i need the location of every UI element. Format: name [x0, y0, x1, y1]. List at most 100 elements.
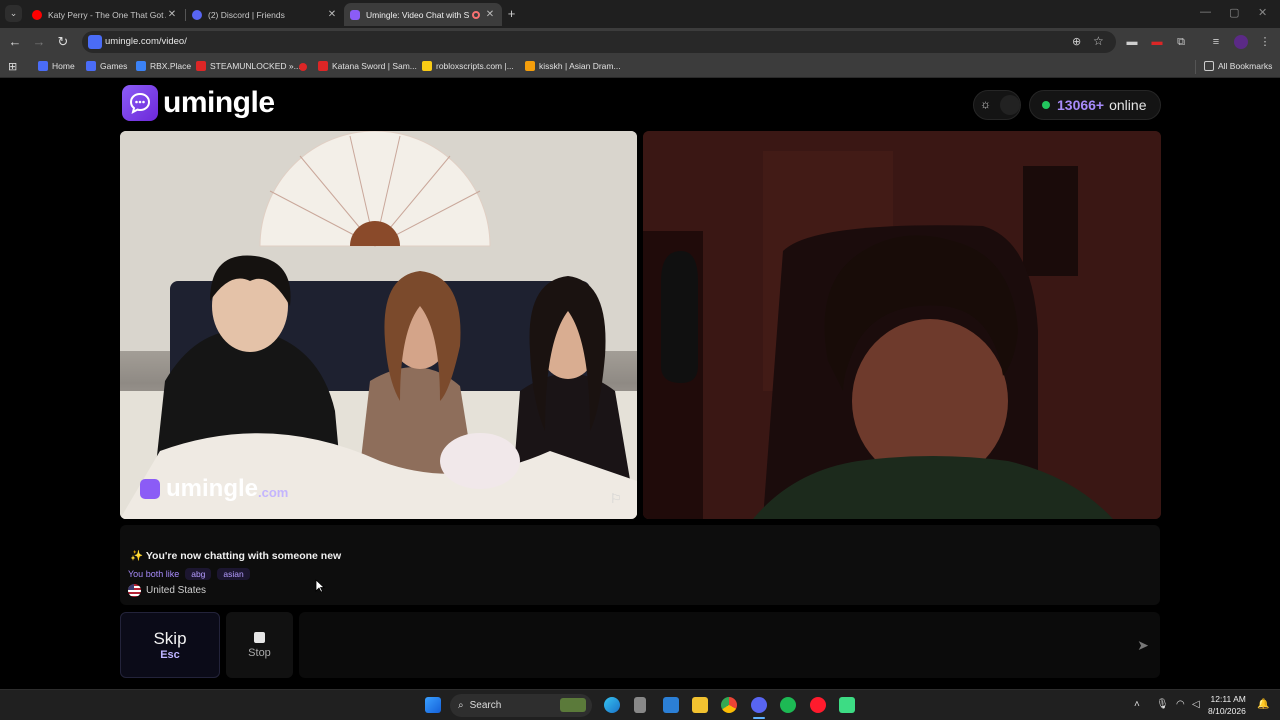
- close-tab-icon[interactable]: ✕: [484, 9, 496, 20]
- tab-title: (2) Discord | Friends: [208, 9, 285, 20]
- bookmark-star-icon[interactable]: ☆: [1093, 34, 1104, 48]
- bookmark-rbx-place[interactable]: RBX.Place: [136, 61, 191, 71]
- logo-text: umingle: [163, 86, 275, 119]
- bookmarks-bar: ⊞ Home Games RBX.Place STEAMUNLOCKED »..…: [0, 56, 1280, 78]
- site-info-icon[interactable]: [88, 35, 102, 49]
- tab-title: Katy Perry - The One That Got A: [48, 9, 166, 20]
- tab-discord[interactable]: (2) Discord | Friends ✕: [186, 3, 344, 26]
- reload-icon[interactable]: ↻: [54, 33, 72, 51]
- browser-toolbar: ← → ↻ umingle.com/video/ ⊕ ☆ ▬ ▬ ⧉ ≡ ⋮: [0, 28, 1280, 56]
- bookmark-label: kisskh | Asian Dram...: [539, 61, 621, 71]
- watermark-suffix: .com: [258, 484, 289, 500]
- umingle-logo[interactable]: umingle: [122, 85, 275, 121]
- apps-grid-icon[interactable]: ⊞: [8, 60, 17, 73]
- extensions-puzzle-icon[interactable]: ⧉: [1174, 35, 1188, 49]
- all-bookmarks[interactable]: All Bookmarks: [1204, 61, 1272, 71]
- active-app-indicator: [753, 717, 765, 719]
- back-icon[interactable]: ←: [6, 33, 24, 51]
- bookmark-icon: [422, 61, 432, 71]
- media-control-icon[interactable]: ≡: [1209, 35, 1223, 49]
- bookmark-katana-sword[interactable]: Katana Sword | Sam...: [318, 61, 417, 71]
- file-explorer-icon[interactable]: [692, 697, 708, 713]
- zoom-icon[interactable]: ⊕: [1072, 35, 1081, 48]
- bookmark-label: Katana Sword | Sam...: [332, 61, 417, 71]
- bookmark-robloxscripts[interactable]: robloxscripts.com |...: [422, 61, 514, 71]
- stranger-video: umingle .com ⚐: [120, 131, 637, 519]
- skip-shortcut: Esc: [160, 649, 180, 661]
- bookmark-kisskh[interactable]: kisskh | Asian Dram...: [525, 61, 621, 71]
- bookmark-label: Home: [52, 61, 75, 71]
- stop-button[interactable]: Stop: [226, 612, 293, 678]
- message-input[interactable]: [299, 612, 1160, 678]
- forward-icon[interactable]: →: [30, 33, 48, 51]
- new-tab-button[interactable]: +: [503, 5, 520, 22]
- minimize-icon[interactable]: —: [1200, 6, 1211, 18]
- menu-icon[interactable]: ⋮: [1258, 35, 1272, 49]
- discord-icon: [192, 9, 202, 20]
- clock-time: 12:11 AM: [1210, 694, 1246, 704]
- us-flag-icon: [128, 584, 141, 597]
- theme-toggle[interactable]: ☼: [973, 90, 1021, 120]
- report-flag-icon[interactable]: ⚐: [610, 491, 622, 507]
- edge-icon[interactable]: [604, 697, 620, 713]
- taskbar-search[interactable]: ⌕ Search: [450, 694, 592, 717]
- profile-avatar-icon[interactable]: [1234, 35, 1248, 49]
- search-highlight-icon: [560, 698, 586, 712]
- wifi-icon[interactable]: ◠: [1176, 699, 1185, 710]
- common-interests: You both like abg asian: [128, 568, 250, 580]
- bookmark-small-icon[interactable]: [299, 63, 307, 71]
- bookmark-label: STEAMUNLOCKED »...: [210, 61, 301, 71]
- volume-icon[interactable]: ◁: [1192, 699, 1200, 710]
- android-app-icon[interactable]: [839, 697, 855, 713]
- address-bar[interactable]: umingle.com/video/ ⊕ ☆: [82, 31, 1116, 53]
- stop-label: Stop: [248, 647, 271, 659]
- skip-label: Skip: [153, 629, 187, 648]
- windows-start-icon[interactable]: [425, 697, 441, 713]
- clock[interactable]: 12:11 AM 8/10/2026: [1208, 693, 1246, 717]
- close-tab-icon[interactable]: ✕: [166, 9, 178, 20]
- online-counter: 13066+ online: [1029, 90, 1161, 120]
- tab-youtube[interactable]: Katy Perry - The One That Got A ✕: [26, 3, 184, 26]
- online-label: online: [1109, 97, 1147, 113]
- interest-tag: asian: [217, 568, 250, 580]
- clock-date: 8/10/2026: [1208, 706, 1246, 716]
- store-icon[interactable]: [663, 697, 679, 713]
- watermark-text: umingle: [166, 475, 259, 502]
- sun-icon: ☼: [980, 97, 991, 111]
- discord-taskbar-icon[interactable]: [751, 697, 767, 713]
- notification-bell-icon[interactable]: 🔔: [1257, 699, 1269, 710]
- folder-icon: [1204, 61, 1214, 71]
- chat-messages: ✨ You're now chatting with someone new Y…: [120, 525, 1160, 605]
- online-status-dot: [1042, 101, 1050, 109]
- browser-tab-strip: ⌄ Katy Perry - The One That Got A ✕ (2) …: [0, 0, 1280, 28]
- tab-title: Umingle: Video Chat with S: [366, 9, 470, 20]
- bookmark-home[interactable]: Home: [38, 61, 75, 71]
- common-interests-label: You both like: [128, 569, 180, 579]
- bookmark-icon: [196, 61, 206, 71]
- extension-red-icon[interactable]: ▬: [1150, 35, 1164, 49]
- umingle-page: umingle ☼ 13066+ online umingle .com ⚐ ✨…: [0, 79, 1280, 689]
- close-tab-icon[interactable]: ✕: [326, 9, 338, 20]
- tab-umingle[interactable]: Umingle: Video Chat with S ✕: [344, 3, 502, 26]
- bookmark-steamunlocked[interactable]: STEAMUNLOCKED »...: [196, 61, 301, 71]
- online-count: 13066+: [1057, 97, 1105, 113]
- microphone-icon[interactable]: 🎙: [1156, 699, 1169, 710]
- bookmark-icon: [86, 61, 96, 71]
- bookmark-label: robloxscripts.com |...: [436, 61, 514, 71]
- tab-search-button[interactable]: ⌄: [5, 5, 22, 22]
- toggle-knob: [1000, 95, 1020, 115]
- sparkles-icon: ✨: [130, 550, 144, 562]
- self-video-feed: [643, 131, 1161, 519]
- phone-link-icon[interactable]: [634, 697, 646, 713]
- opera-icon[interactable]: [810, 697, 826, 713]
- extension-icon[interactable]: ▬: [1125, 35, 1139, 49]
- send-icon[interactable]: ➤: [1133, 635, 1153, 655]
- skip-button[interactable]: Skip Esc: [120, 612, 220, 678]
- stranger-video-feed: [120, 131, 637, 519]
- maximize-icon[interactable]: ▢: [1229, 6, 1239, 19]
- close-window-icon[interactable]: ✕: [1258, 6, 1267, 19]
- show-hidden-icons-icon[interactable]: ˄: [1134, 699, 1140, 710]
- spotify-icon[interactable]: [780, 697, 796, 713]
- bookmark-games[interactable]: Games: [86, 61, 127, 71]
- chrome-icon[interactable]: [721, 697, 737, 713]
